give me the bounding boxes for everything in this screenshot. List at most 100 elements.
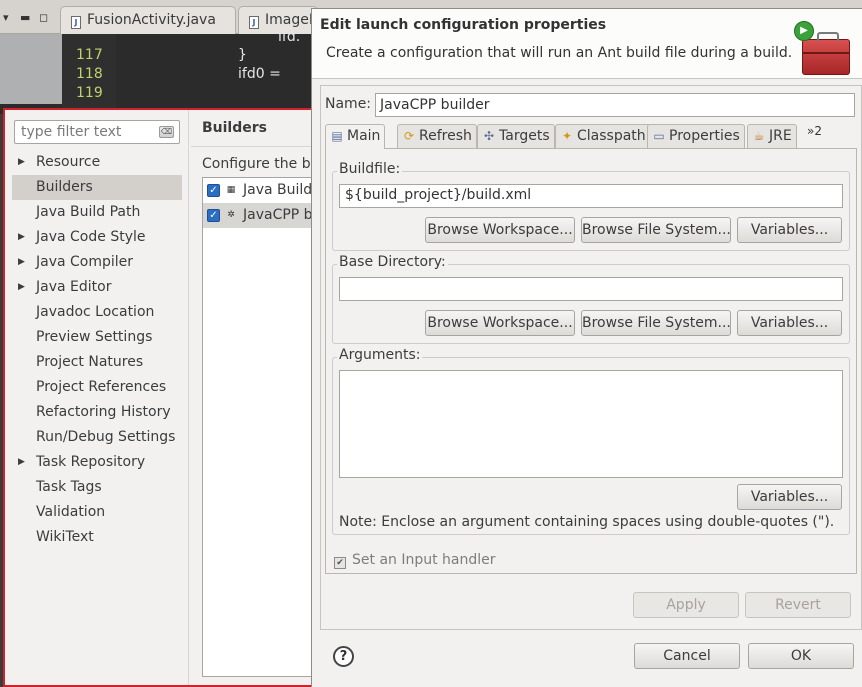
- builder-checkbox[interactable]: ✓: [207, 209, 220, 222]
- dialog-description: Create a configuration that will run an …: [326, 45, 793, 61]
- filter-placeholder: type filter text: [21, 124, 122, 140]
- tree-item-label: Java Editor: [36, 279, 112, 295]
- base-dir-browse-filesystem-button[interactable]: Browse File System...: [581, 310, 731, 336]
- arguments-label: Arguments:: [337, 347, 423, 363]
- tree-item-label: WikiText: [36, 529, 94, 545]
- cancel-button[interactable]: Cancel: [634, 643, 740, 669]
- arguments-textarea[interactable]: [339, 370, 843, 478]
- tree-item-label: Resource: [36, 154, 101, 170]
- tree-item[interactable]: ▶ Java Compiler: [12, 250, 182, 275]
- toolbox-icon: [802, 32, 850, 75]
- builders-list: ✓ ▦ Java Build ✓ ✲ JavaCPP b: [202, 177, 322, 677]
- filter-input[interactable]: type filter text ⌫: [14, 120, 180, 144]
- buildfile-variables-button[interactable]: Variables...: [737, 217, 842, 243]
- tab-main[interactable]: ▤ Main: [325, 124, 386, 149]
- expand-arrow-icon[interactable]: ▶: [18, 150, 25, 175]
- run-icon: ▶: [794, 21, 814, 41]
- expand-arrow-icon[interactable]: ▶: [18, 250, 25, 275]
- buildfile-browse-workspace-button[interactable]: Browse Workspace...: [425, 217, 575, 243]
- line-number: 118: [76, 66, 103, 82]
- editor-tab-label: FusionActivity.java: [87, 12, 216, 28]
- tree-item[interactable]: ▶ Resource: [12, 150, 182, 175]
- tree-item[interactable]: WikiText: [12, 525, 182, 550]
- tree-item[interactable]: ▶ Task Repository: [12, 450, 182, 475]
- line-number: 117: [76, 47, 103, 63]
- buildfile-browse-filesystem-button[interactable]: Browse File System...: [581, 217, 731, 243]
- code-line: ifd0 =: [238, 66, 286, 82]
- input-handler-checkbox[interactable]: ✔ Set an Input handler: [334, 552, 496, 569]
- base-dir-variables-button[interactable]: Variables...: [737, 310, 842, 336]
- tab-refresh[interactable]: ⟳ Refresh: [397, 124, 477, 148]
- config-tabs: ▤ Main ⟳ Refresh ✣ Targets ✦ Classpath ▭ Prop…: [325, 124, 859, 149]
- tree-item[interactable]: ▶ Java Code Style: [12, 225, 182, 250]
- buildfile-input[interactable]: ${build_project}/build.xml: [339, 184, 843, 208]
- builder-row[interactable]: ✓ ▦ Java Build: [203, 178, 321, 203]
- dialog-header: Edit launch configuration properties Cre…: [312, 9, 862, 79]
- tree-item-label: Refactoring History: [36, 404, 171, 420]
- targets-icon: ✣: [483, 129, 495, 143]
- line-number: 119: [76, 85, 103, 101]
- page-title: Builders: [202, 120, 267, 136]
- arguments-variables-button[interactable]: Variables...: [737, 484, 842, 510]
- refresh-icon: ⟳: [403, 129, 415, 143]
- base-directory-label: Base Directory:: [337, 254, 448, 270]
- tree-item-label: Javadoc Location: [36, 304, 155, 320]
- tree-item[interactable]: Java Build Path: [12, 200, 182, 225]
- tree-item-label: Builders: [36, 179, 93, 195]
- builder-label: JavaCPP b: [243, 207, 313, 223]
- builder-label: Java Build: [243, 182, 313, 198]
- input-handler-label: Set an Input handler: [352, 552, 496, 568]
- editor-tab-label: ImageF: [265, 12, 317, 28]
- name-label: Name:: [325, 96, 372, 112]
- view-menu-icon[interactable]: ▾: [3, 11, 9, 24]
- base-directory-input[interactable]: [339, 277, 843, 301]
- checkbox-checked-icon: ✔: [334, 557, 346, 569]
- tree-item[interactable]: Project Natures: [12, 350, 182, 375]
- tree-item[interactable]: Project References: [12, 375, 182, 400]
- properties-tree: ▶ Resource Builders Java Build Path ▶ Java Co…: [12, 150, 182, 550]
- expand-arrow-icon[interactable]: ▶: [18, 450, 25, 475]
- ok-button[interactable]: OK: [748, 643, 854, 669]
- expand-arrow-icon[interactable]: ▶: [18, 275, 25, 300]
- maximize-icon[interactable]: ◻: [39, 11, 48, 24]
- editor-tab-fusionactivity[interactable]: J FusionActivity.java: [60, 6, 236, 34]
- arguments-group: Arguments: Variables... Note: Enclose an…: [332, 347, 850, 535]
- tree-item[interactable]: Run/Debug Settings: [12, 425, 182, 450]
- builder-checkbox[interactable]: ✓: [207, 184, 220, 197]
- tree-item[interactable]: Builders: [12, 175, 182, 200]
- tree-item[interactable]: ▶ Java Editor: [12, 275, 182, 300]
- expand-arrow-icon[interactable]: ▶: [18, 225, 25, 250]
- tab-jre[interactable]: ☕ JRE: [747, 124, 797, 148]
- classpath-icon: ✦: [561, 129, 573, 143]
- tab-label: Targets: [499, 128, 550, 144]
- tree-divider[interactable]: [188, 110, 189, 685]
- tree-item-label: Preview Settings: [36, 329, 153, 345]
- java-file-icon: J: [249, 16, 259, 29]
- more-tabs-button[interactable]: »2: [807, 124, 822, 138]
- tab-targets[interactable]: ✣ Targets: [477, 124, 555, 148]
- revert-button[interactable]: Revert: [745, 592, 851, 618]
- tab-label: Properties: [669, 128, 740, 144]
- code-line: }: [238, 47, 247, 63]
- tab-label: JRE: [769, 128, 792, 144]
- clear-filter-icon[interactable]: ⌫: [159, 126, 174, 138]
- tree-item[interactable]: Preview Settings: [12, 325, 182, 350]
- tab-classpath[interactable]: ✦ Classpath: [555, 124, 651, 148]
- help-icon[interactable]: ?: [333, 646, 354, 667]
- base-dir-browse-workspace-button[interactable]: Browse Workspace...: [425, 310, 575, 336]
- tree-item[interactable]: Task Tags: [12, 475, 182, 500]
- tree-item-label: Validation: [36, 504, 106, 520]
- edit-launch-config-dialog: Edit launch configuration properties Cre…: [311, 8, 862, 687]
- tree-item-label: Task Tags: [36, 479, 102, 495]
- minimize-icon[interactable]: ▬: [20, 11, 30, 24]
- builder-row[interactable]: ✓ ✲ JavaCPP b: [203, 203, 321, 228]
- tab-properties[interactable]: ▭ Properties: [647, 124, 745, 148]
- base-directory-group: Base Directory: Browse Workspace... Brow…: [332, 254, 850, 344]
- properties-icon: ▭: [653, 129, 665, 143]
- name-input[interactable]: JavaCPP builder: [375, 93, 855, 117]
- tree-item[interactable]: Javadoc Location: [12, 300, 182, 325]
- tree-item[interactable]: Refactoring History: [12, 400, 182, 425]
- tree-item[interactable]: Validation: [12, 500, 182, 525]
- tree-item-label: Java Compiler: [36, 254, 134, 270]
- apply-button[interactable]: Apply: [633, 592, 739, 618]
